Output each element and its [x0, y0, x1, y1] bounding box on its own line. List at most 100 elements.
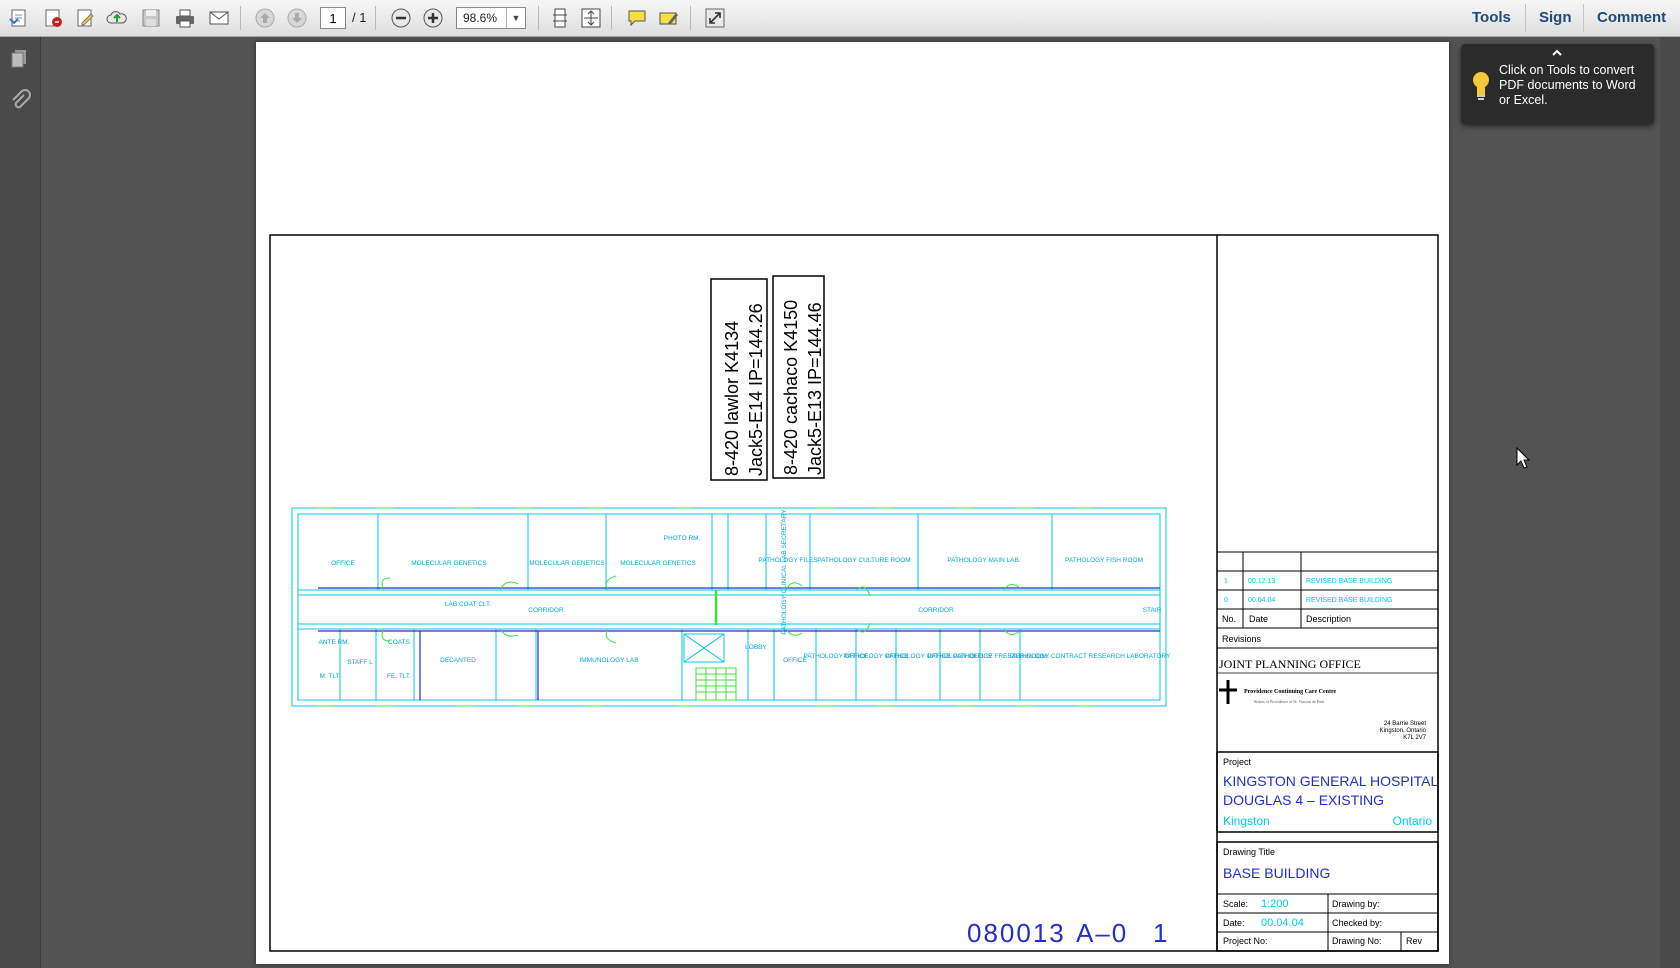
room-label: MOLECULAR GENETICS: [529, 560, 605, 567]
save-icon[interactable]: [138, 5, 164, 31]
sign-link[interactable]: Sign: [1539, 9, 1572, 26]
room-label: M. TLT.: [319, 673, 340, 680]
mouse-cursor-icon: [1516, 447, 1530, 469]
date-label: Date:: [1223, 918, 1245, 928]
fullscreen-icon[interactable]: [702, 5, 728, 31]
organization-logo: Providence Continuing Care Centre Sister…: [1219, 680, 1336, 704]
chevron-down-icon[interactable]: ▼: [506, 8, 525, 28]
svg-text:Providence Continuing Care Cen: Providence Continuing Care Centre: [1244, 689, 1336, 695]
zoom-out-icon[interactable]: [388, 5, 414, 31]
revision-description: REVISED BASE BUILDING: [1306, 578, 1392, 585]
tools-tip-popup: Click on Tools to convert PDF documents …: [1461, 44, 1654, 124]
cloud-upload-icon[interactable]: [104, 5, 130, 31]
navigation-pane: [0, 37, 41, 968]
room-label: CORRIDOR: [528, 607, 564, 614]
project-line2: DOUGLAS 4 – EXISTING: [1223, 792, 1384, 808]
project-province: Ontario: [1393, 814, 1433, 828]
revision-description: REVISED BASE BUILDING: [1306, 597, 1392, 604]
toolbar-separator: [240, 6, 241, 30]
edit-pdf-icon[interactable]: [72, 5, 98, 31]
revision-no: 1: [1224, 578, 1228, 585]
address-line: 24 Barrie Street: [1384, 721, 1426, 727]
col-description: Description: [1306, 614, 1351, 624]
col-date: Date: [1249, 614, 1268, 624]
room-label: PATHOLOGY FILES: [758, 557, 818, 564]
lightbulb-icon: [1473, 72, 1489, 100]
revisions-label: Revisions: [1222, 634, 1262, 644]
label1-line1: 8-420 lawlor K4134: [722, 321, 742, 476]
col-no: No.: [1222, 614, 1236, 624]
email-icon[interactable]: [206, 5, 232, 31]
revision-number: 1: [1153, 918, 1168, 948]
drawing-number: A–0: [1076, 918, 1129, 948]
scrolling-mode-icon[interactable]: [547, 5, 573, 31]
room-label: ANTE RM.: [318, 639, 349, 646]
toolbar-separator: [375, 6, 376, 30]
room-label: DECANTED: [440, 657, 476, 664]
room-label: PATHOLOGY MAIN LAB.: [947, 557, 1021, 564]
room-label: PATHOLOGY CULTURE ROOM: [817, 557, 910, 564]
scale-label: Scale:: [1223, 899, 1248, 909]
previous-page-icon[interactable]: [252, 5, 278, 31]
svg-text:Sisters of Providence of St. V: Sisters of Providence of St. Vincent de …: [1254, 699, 1325, 704]
zoom-in-icon[interactable]: [420, 5, 446, 31]
room-label: MOLECULAR GENETICS: [411, 560, 487, 567]
page-total: / 1: [352, 10, 367, 25]
room-label: LOBBY: [745, 644, 767, 651]
revision-date: 00.04.04: [1248, 597, 1275, 604]
pdf-file-icon[interactable]: [40, 5, 66, 31]
room-label: COATS: [388, 639, 411, 646]
drawing-title-label: Drawing Title: [1223, 847, 1275, 857]
room-label: PATHOLOGY CLINICAL LAB SECRETARY: [781, 509, 788, 635]
room-label: CORRIDOR: [918, 607, 954, 614]
date-value: 00.04.04: [1261, 917, 1304, 929]
address-line: Kingston, Ontario: [1380, 728, 1427, 734]
room-label: STAIR: [1143, 607, 1162, 614]
toolbar-separator: [1583, 4, 1584, 32]
highlight-text-icon[interactable]: [656, 5, 682, 31]
revision-date: 00.12.13: [1248, 578, 1275, 585]
project-no-label: Project No:: [1223, 936, 1268, 946]
page-number-input[interactable]: 1: [320, 7, 346, 29]
revision-no: 0: [1224, 597, 1228, 604]
print-icon[interactable]: [172, 5, 198, 31]
comment-link[interactable]: Comment: [1597, 9, 1666, 26]
scale-value: 1:200: [1261, 898, 1289, 910]
right-scroll-rail[interactable]: [1660, 37, 1680, 968]
chevron-up-icon[interactable]: [1551, 47, 1563, 57]
toolbar-separator: [1525, 4, 1526, 32]
address-line: K7L 2V7: [1403, 735, 1426, 741]
toolbar-separator: [611, 6, 612, 30]
drawing-border: [269, 234, 1439, 952]
toolbar-separator: [538, 6, 539, 30]
room-label: IMMUNOLOGY LAB: [579, 657, 638, 664]
pdf-page: 8-420 lawlor K4134 Jack5-E14 IP=144.26 8…: [256, 42, 1449, 964]
fit-page-icon[interactable]: [578, 5, 604, 31]
zoom-level-select[interactable]: 98.6% ▼: [456, 7, 526, 29]
page-thumbnails-icon[interactable]: [8, 47, 32, 71]
sticky-note-icon[interactable]: [624, 5, 650, 31]
label2-line1: 8-420 cachaco K4150: [781, 300, 801, 475]
room-label: PATHOLOGY CONTRACT RESEARCH LABORATORY: [1010, 653, 1171, 660]
floor-plan: [291, 507, 1167, 707]
room-label: STAFF L: [347, 659, 373, 666]
tools-link[interactable]: Tools: [1472, 9, 1511, 26]
project-number: 080013: [967, 918, 1066, 948]
label2-line2: Jack5-E13 IP=144.46: [805, 302, 825, 475]
create-pdf-icon[interactable]: [6, 5, 32, 31]
room-label: PATHOLOGY FISH ROOM: [1065, 557, 1143, 564]
project-line1: KINGSTON GENERAL HOSPITAL: [1223, 773, 1438, 789]
toolbar-separator: [690, 6, 691, 30]
label1-line2: Jack5-E14 IP=144.26: [746, 303, 766, 476]
room-label: MOLECULAR GENETICS: [620, 560, 696, 567]
zoom-value: 98.6%: [463, 11, 498, 25]
drawing-title: BASE BUILDING: [1223, 865, 1330, 881]
project-label: Project: [1223, 757, 1252, 767]
drawing-by-label: Drawing by:: [1332, 899, 1380, 909]
next-page-icon[interactable]: [284, 5, 310, 31]
room-label: OFFICE: [331, 560, 355, 567]
tip-text: Click on Tools to convert PDF documents …: [1499, 63, 1636, 107]
office-name: JOINT PLANNING OFFICE: [1219, 657, 1361, 671]
attachments-icon[interactable]: [8, 89, 32, 113]
room-label: FE. TLT.: [387, 673, 411, 680]
